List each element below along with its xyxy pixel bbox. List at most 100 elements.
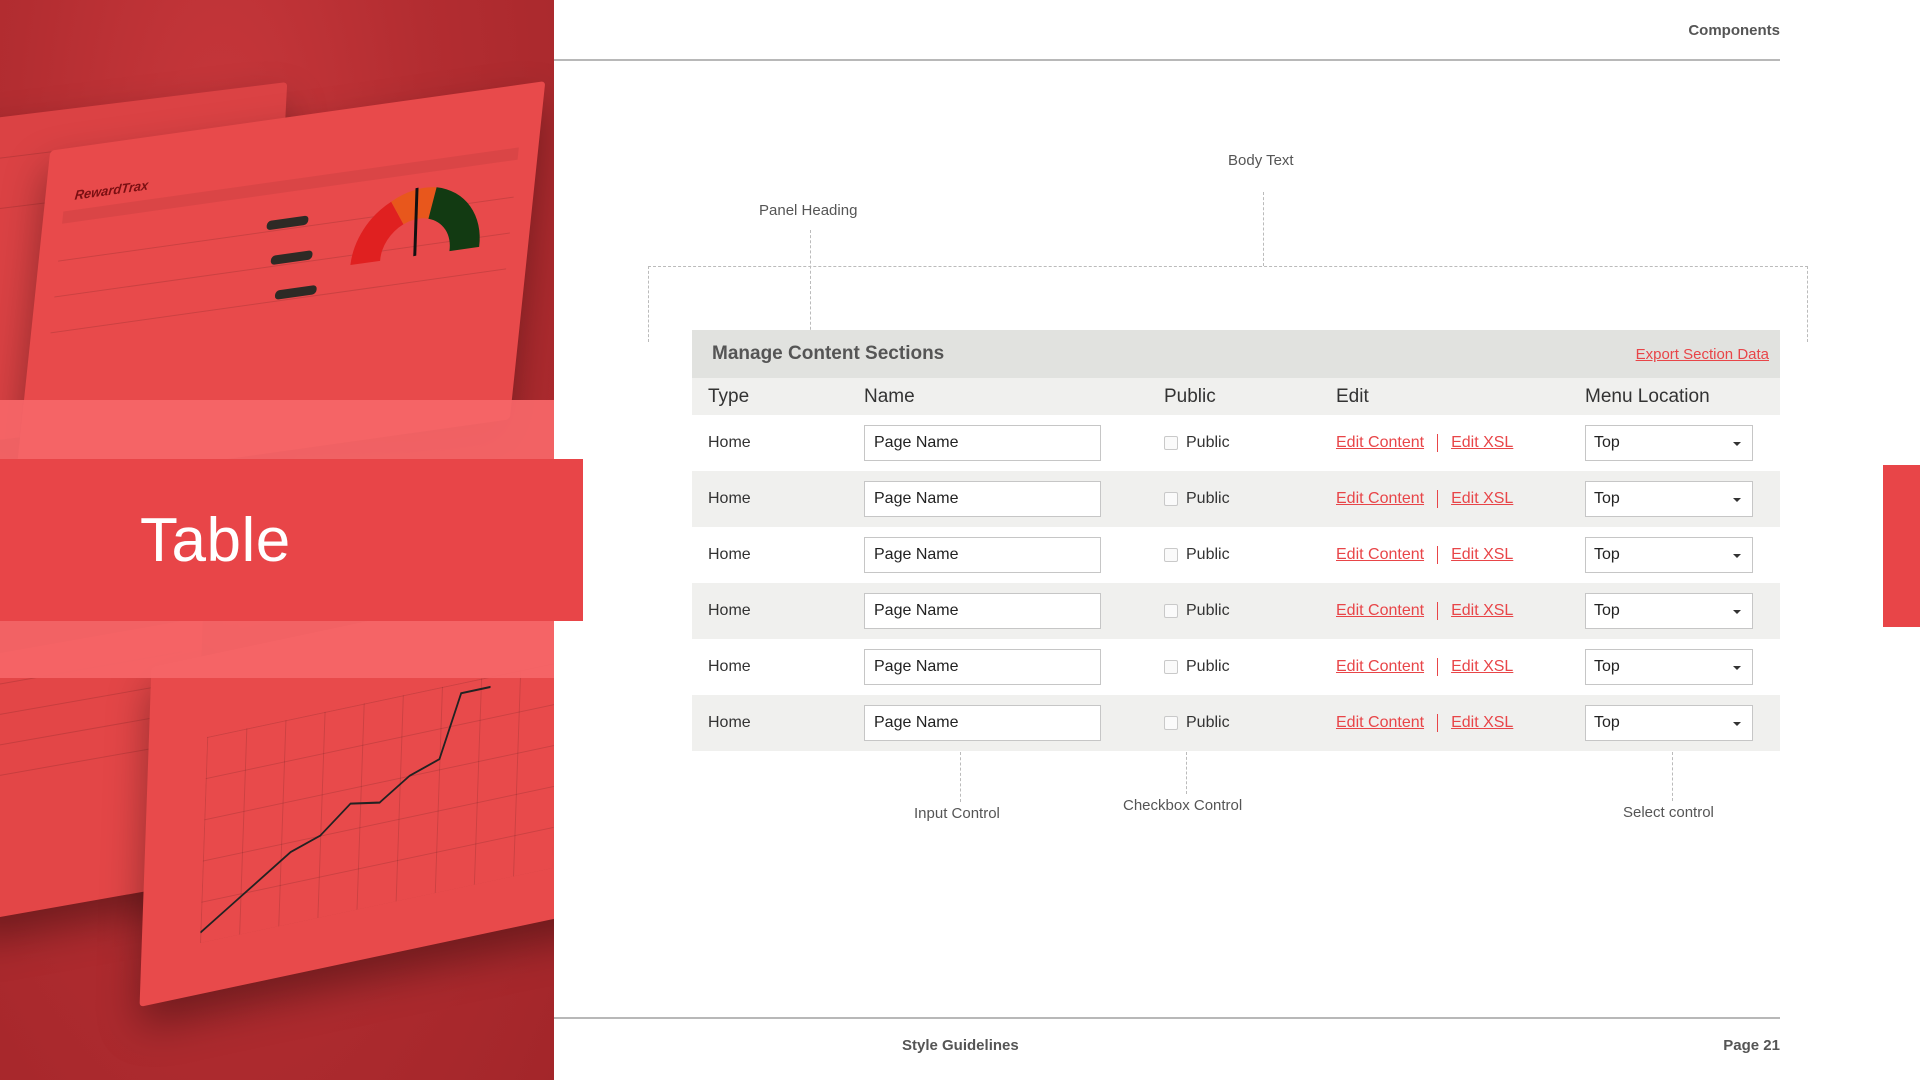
column-header-name: Name [864,385,915,407]
menu-location-select[interactable]: Top [1585,425,1753,461]
table-header-row: Type Name Public Edit Menu Location [692,378,1780,415]
public-label: Public [1186,434,1230,451]
public-checkbox-control[interactable]: Public [1164,658,1336,676]
public-checkbox[interactable] [1164,548,1178,562]
annotation-connector [960,752,961,802]
type-cell: Home [708,490,751,507]
side-bookmark-tab [1883,465,1920,627]
public-checkbox-control[interactable]: Public [1164,546,1336,564]
table-row: Home Public Edit Content Edit XSL Top [692,639,1780,695]
link-divider [1437,602,1439,620]
edit-xsl-link[interactable]: Edit XSL [1451,490,1513,508]
menu-location-value: Top [1594,490,1620,507]
style-guide-page: RewardTrax Table Components Body Text Pa… [0,0,1920,1080]
type-cell: Home [708,546,751,563]
edit-content-link[interactable]: Edit Content [1336,434,1424,452]
annotation-input-control: Input Control [914,805,1000,822]
page-name-input[interactable] [864,537,1101,573]
public-label: Public [1186,714,1230,731]
annotation-connector [1807,266,1808,342]
public-checkbox[interactable] [1164,604,1178,618]
caret-down-icon [1733,666,1741,670]
link-divider [1437,546,1439,564]
edit-xsl-link[interactable]: Edit XSL [1451,434,1513,452]
edit-xsl-link[interactable]: Edit XSL [1451,602,1513,620]
table-row: Home Public Edit Content Edit XSL Top [692,695,1780,751]
menu-location-select[interactable]: Top [1585,649,1753,685]
edit-xsl-link[interactable]: Edit XSL [1451,714,1513,732]
menu-location-select[interactable]: Top [1585,705,1753,741]
hero-glow-band-bottom [0,620,554,678]
mockup-line-chart-icon [200,685,491,934]
public-checkbox[interactable] [1164,436,1178,450]
page-name-input[interactable] [864,593,1101,629]
table-row: Home Public Edit Content Edit XSL Top [692,471,1780,527]
public-label: Public [1186,658,1230,675]
menu-location-value: Top [1594,658,1620,675]
public-checkbox[interactable] [1164,716,1178,730]
table-row: Home Public Edit Content Edit XSL Top [692,583,1780,639]
menu-location-value: Top [1594,434,1620,451]
table-row: Home Public Edit Content Edit XSL Top [692,415,1780,471]
edit-content-link[interactable]: Edit Content [1336,490,1424,508]
public-label: Public [1186,602,1230,619]
public-checkbox-control[interactable]: Public [1164,714,1336,732]
edit-xsl-link[interactable]: Edit XSL [1451,546,1513,564]
panel-heading: Manage Content Sections Export Section D… [692,330,1780,378]
column-header-menu-location: Menu Location [1585,385,1710,407]
menu-location-select[interactable]: Top [1585,481,1753,517]
menu-location-select[interactable]: Top [1585,537,1753,573]
table-row: Home Public Edit Content Edit XSL Top [692,527,1780,583]
hero-glow-band-top [0,400,554,460]
caret-down-icon [1733,554,1741,558]
type-cell: Home [708,714,751,731]
column-header-type: Type [708,385,750,407]
link-divider [1437,434,1439,452]
menu-location-value: Top [1594,714,1620,731]
annotation-panel-heading: Panel Heading [759,202,858,219]
menu-location-select[interactable]: Top [1585,593,1753,629]
export-section-data-link[interactable]: Export Section Data [1636,346,1769,363]
edit-content-link[interactable]: Edit Content [1336,658,1424,676]
hero-title-band [0,459,583,621]
page-name-input[interactable] [864,649,1101,685]
page-number: Page 21 [1723,1037,1780,1054]
type-cell: Home [708,658,751,675]
annotation-connector [810,230,811,340]
content-sections-panel: Manage Content Sections Export Section D… [692,330,1780,751]
public-checkbox-control[interactable]: Public [1164,490,1336,508]
page-name-input[interactable] [864,705,1101,741]
annotation-checkbox-control: Checkbox Control [1123,797,1243,814]
menu-location-value: Top [1594,602,1620,619]
hero-title: Table [140,506,291,575]
caret-down-icon [1733,442,1741,446]
annotation-connector [648,266,649,342]
annotation-bracket-line [648,266,1808,267]
footer-document-title: Style Guidelines [902,1037,1019,1054]
public-checkbox-control[interactable]: Public [1164,434,1336,452]
page-name-input[interactable] [864,425,1101,461]
menu-location-value: Top [1594,546,1620,563]
page-name-input[interactable] [864,481,1101,517]
edit-content-link[interactable]: Edit Content [1336,546,1424,564]
public-checkbox[interactable] [1164,492,1178,506]
type-cell: Home [708,434,751,451]
public-checkbox[interactable] [1164,660,1178,674]
mockup-divider [50,268,507,334]
edit-content-link[interactable]: Edit Content [1336,714,1424,732]
public-label: Public [1186,490,1230,507]
panel-title: Manage Content Sections [712,343,945,364]
mockup-logo: RewardTrax [73,177,150,203]
caret-down-icon [1733,610,1741,614]
link-divider [1437,714,1439,732]
header-rule [554,59,1780,61]
edit-xsl-link[interactable]: Edit XSL [1451,658,1513,676]
footer-rule [554,1017,1780,1019]
annotation-select-control: Select control [1623,804,1714,821]
caret-down-icon [1733,498,1741,502]
edit-content-link[interactable]: Edit Content [1336,602,1424,620]
annotation-connector [1186,752,1187,794]
column-header-edit: Edit [1336,385,1369,407]
annotation-connector [1263,192,1264,266]
public-checkbox-control[interactable]: Public [1164,602,1336,620]
